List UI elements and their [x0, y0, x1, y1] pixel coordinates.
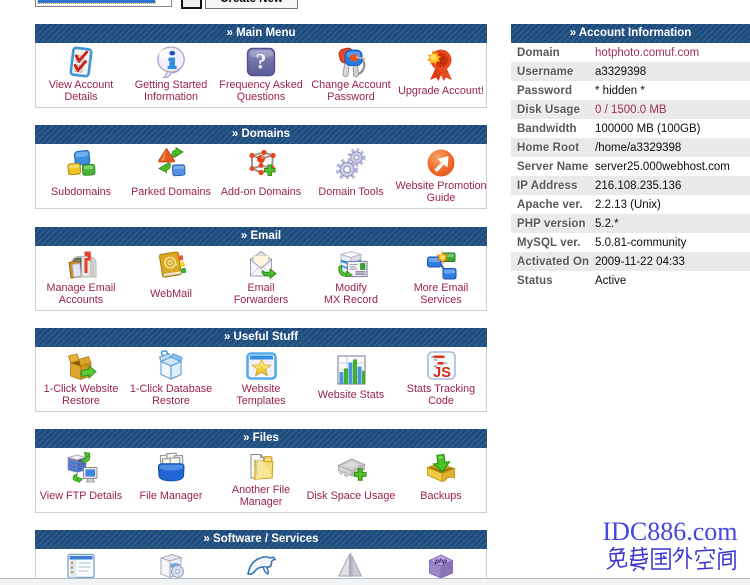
svg-text:php: php — [434, 558, 447, 565]
svg-text:?: ? — [256, 48, 267, 73]
svg-text:JS: JS — [433, 365, 451, 380]
